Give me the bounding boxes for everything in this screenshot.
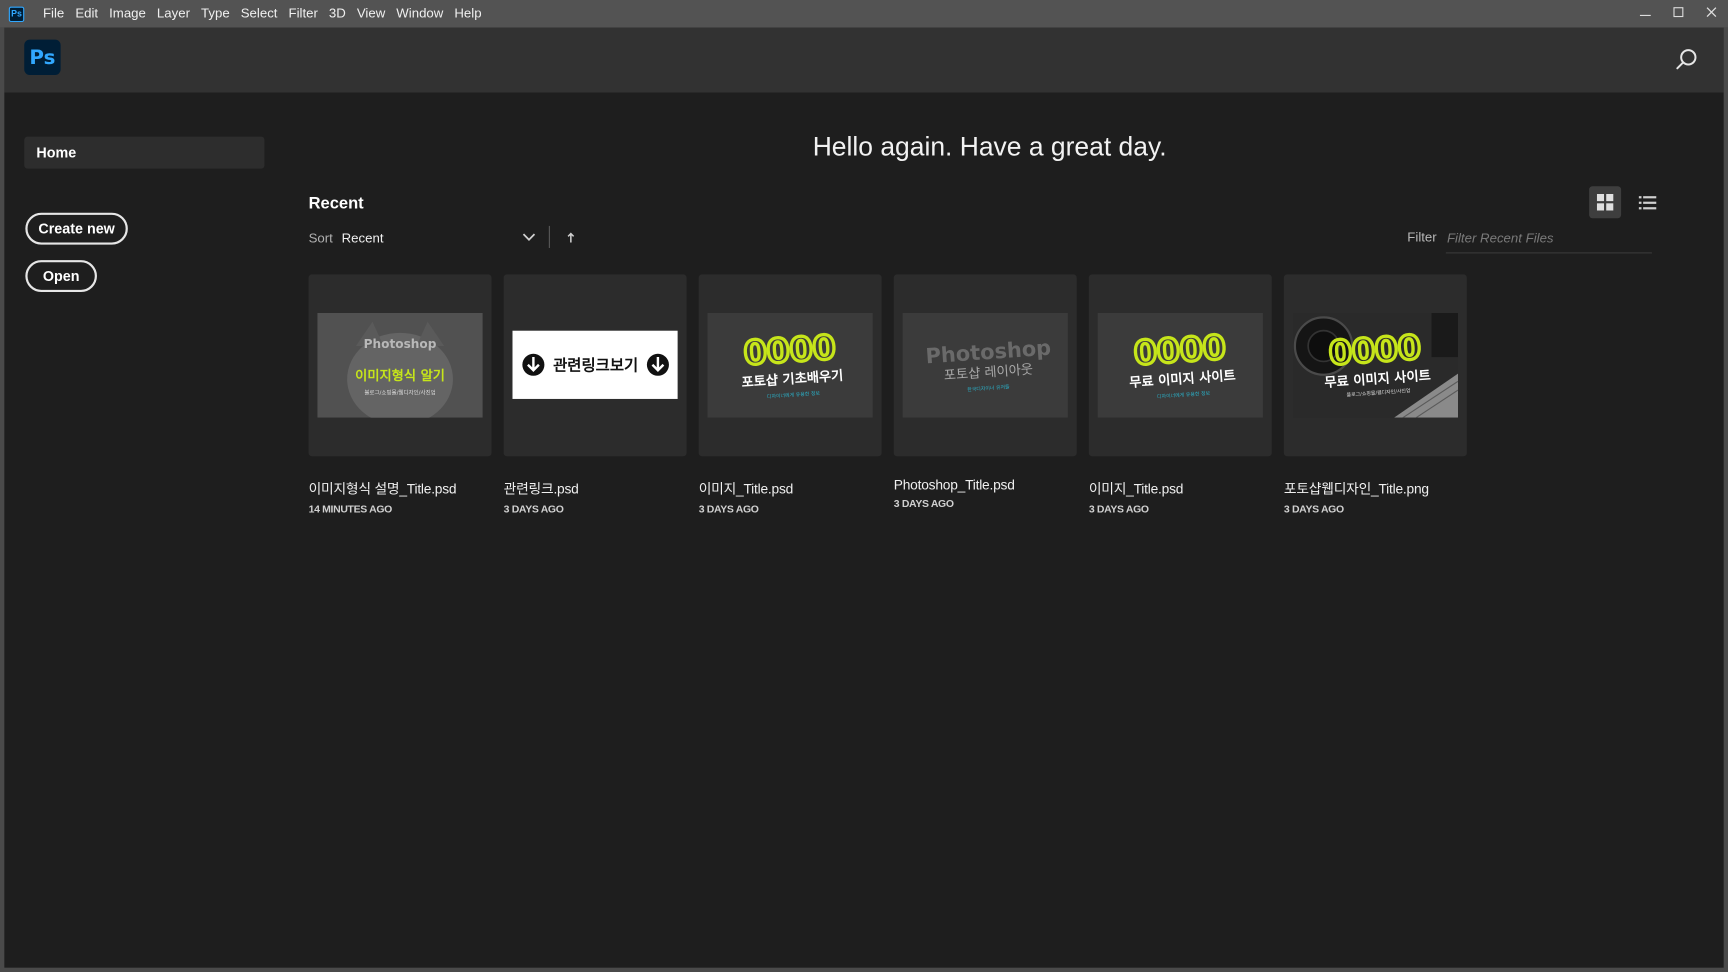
list-view-button[interactable] xyxy=(1631,186,1663,218)
minimize-icon xyxy=(1639,14,1651,16)
svg-text:0000: 0000 xyxy=(1328,327,1422,372)
file-modified-time: 3 DAYS AGO xyxy=(893,498,954,511)
svg-text:관련링크보기: 관련링크보기 xyxy=(553,355,638,374)
app-header: Ps xyxy=(4,27,1724,93)
file-thumbnail-frame[interactable]: Photoshop 이미지형식 알기 블로그/쇼핑몰/웹디자인/사진업 xyxy=(308,274,492,457)
file-modified-time: 14 MINUTES AGO xyxy=(308,503,393,516)
file-thumbnail: 관련링크보기 xyxy=(512,330,678,399)
menu-3d[interactable]: 3D xyxy=(323,0,351,28)
file-modified-time: 3 DAYS AGO xyxy=(1088,503,1149,516)
file-name: 이미지_Title.psd xyxy=(698,481,794,498)
file-modified-time: 3 DAYS AGO xyxy=(503,503,564,516)
minimize-button[interactable] xyxy=(1629,0,1662,24)
open-button[interactable]: Open xyxy=(25,260,97,293)
window-controls xyxy=(1629,0,1728,28)
grid-view-button[interactable] xyxy=(1589,186,1622,219)
search-icon xyxy=(1676,49,1697,70)
file-name: 이미지형식 설명_Title.psd xyxy=(308,481,457,498)
window-frame-right xyxy=(1723,27,1728,972)
svg-text:이미지형식 알기: 이미지형식 알기 xyxy=(355,367,445,384)
file-thumbnail: Photoshop 이미지형식 알기 블로그/쇼핑몰/웹디자인/사진업 xyxy=(317,312,483,418)
menu-layer[interactable]: Layer xyxy=(151,0,195,28)
menu-view[interactable]: View xyxy=(351,0,390,28)
file-modified-time: 3 DAYS AGO xyxy=(698,503,759,516)
close-button[interactable] xyxy=(1695,0,1728,24)
recent-file-card[interactable]: 0000 포토샵 기초배우기 디자이너에게 유용한 정보 이미지_Title.p… xyxy=(698,274,882,516)
file-name: 관련링크.psd xyxy=(503,481,579,498)
recent-file-card[interactable]: 0000 무료 이미지 사이트 블로그/쇼핑몰/웹디자인/사진업 포토샵웹디자인… xyxy=(1283,274,1467,516)
create-new-button[interactable]: Create new xyxy=(25,212,128,245)
recent-title: Recent xyxy=(308,193,364,213)
sort-label: Sort xyxy=(308,230,333,246)
svg-text:블로그/쇼핑몰/웹디자인/사진업: 블로그/쇼핑몰/웹디자인/사진업 xyxy=(364,389,435,397)
maximize-button[interactable] xyxy=(1662,0,1695,24)
file-thumbnail-frame[interactable]: 0000 무료 이미지 사이트 블로그/쇼핑몰/웹디자인/사진업 xyxy=(1283,274,1467,457)
file-thumbnail-frame[interactable]: 0000 무료 이미지 사이트 디자이너에게 유용한 정보 xyxy=(1088,274,1272,457)
file-name: 이미지_Title.psd xyxy=(1088,481,1184,498)
file-name: Photoshop_Title.psd xyxy=(893,477,1015,493)
file-name: 포토샵웹디자인_Title.png xyxy=(1283,481,1429,498)
menu-select[interactable]: Select xyxy=(235,0,283,28)
recent-files-grid: Photoshop 이미지형식 알기 블로그/쇼핑몰/웹디자인/사진업 이미지형… xyxy=(308,274,1467,516)
photoshop-window: Ps File Edit Image Layer Type Select Fil… xyxy=(0,0,1728,972)
recent-file-card[interactable]: 0000 무료 이미지 사이트 디자이너에게 유용한 정보 이미지_Title.… xyxy=(1088,274,1272,516)
arrow-up-icon xyxy=(567,232,575,243)
sort-direction-button[interactable] xyxy=(564,230,577,243)
grid-icon xyxy=(1596,193,1614,211)
filter-label: Filter xyxy=(1407,229,1437,245)
sort-dropdown-toggle[interactable] xyxy=(521,229,536,244)
list-icon xyxy=(1638,195,1656,209)
sort-divider xyxy=(548,225,550,248)
menu-window[interactable]: Window xyxy=(391,0,449,28)
recent-file-card[interactable]: Photoshop 포토샵 레이아웃 한국디자이너 유저들 Photoshop_… xyxy=(893,274,1077,515)
file-thumbnail: Photoshop 포토샵 레이아웃 한국디자이너 유저들 xyxy=(902,312,1068,418)
photoshop-logo: Ps xyxy=(24,39,61,75)
svg-text:Photoshop: Photoshop xyxy=(364,337,437,351)
menu-bar: Ps File Edit Image Layer Type Select Fil… xyxy=(0,0,1728,28)
maximize-icon xyxy=(1673,7,1684,18)
menu-image[interactable]: Image xyxy=(104,0,152,28)
menu-file[interactable]: File xyxy=(37,0,69,28)
menu-edit[interactable]: Edit xyxy=(70,0,104,28)
file-thumbnail-frame[interactable]: 0000 포토샵 기초배우기 디자이너에게 유용한 정보 xyxy=(698,274,882,457)
sort-dropdown[interactable]: Recent xyxy=(342,230,384,245)
file-thumbnail-frame[interactable]: Photoshop 포토샵 레이아웃 한국디자이너 유저들 xyxy=(893,274,1077,457)
greeting-text: Hello again. Have a great day. xyxy=(812,132,1167,162)
recent-file-card[interactable]: Photoshop 이미지형식 알기 블로그/쇼핑몰/웹디자인/사진업 이미지형… xyxy=(308,274,492,516)
file-thumbnail-frame[interactable]: 관련링크보기 xyxy=(503,274,687,457)
svg-text:0000: 0000 xyxy=(742,327,836,372)
menu-filter[interactable]: Filter xyxy=(283,0,323,28)
close-icon xyxy=(1706,7,1717,17)
app-icon[interactable]: Ps xyxy=(8,6,25,22)
chevron-down-icon xyxy=(522,233,536,241)
file-modified-time: 3 DAYS AGO xyxy=(1283,503,1344,516)
file-thumbnail: 0000 무료 이미지 사이트 블로그/쇼핑몰/웹디자인/사진업 xyxy=(1292,312,1458,418)
search-button[interactable] xyxy=(1675,47,1699,71)
home-screen: Home Create new Open Hello again. Have a… xyxy=(4,92,1724,968)
file-thumbnail: 0000 포토샵 기초배우기 디자이너에게 유용한 정보 xyxy=(707,312,873,418)
filter-input[interactable] xyxy=(1445,223,1652,254)
svg-text:0000: 0000 xyxy=(1133,327,1227,372)
recent-file-card[interactable]: 관련링크보기 관련링크.psd 3 DAYS AGO xyxy=(503,274,687,516)
menu-help[interactable]: Help xyxy=(449,0,487,28)
window-frame-bottom xyxy=(0,967,1728,972)
file-thumbnail: 0000 무료 이미지 사이트 디자이너에게 유용한 정보 xyxy=(1097,312,1263,418)
menu-type[interactable]: Type xyxy=(196,0,236,28)
